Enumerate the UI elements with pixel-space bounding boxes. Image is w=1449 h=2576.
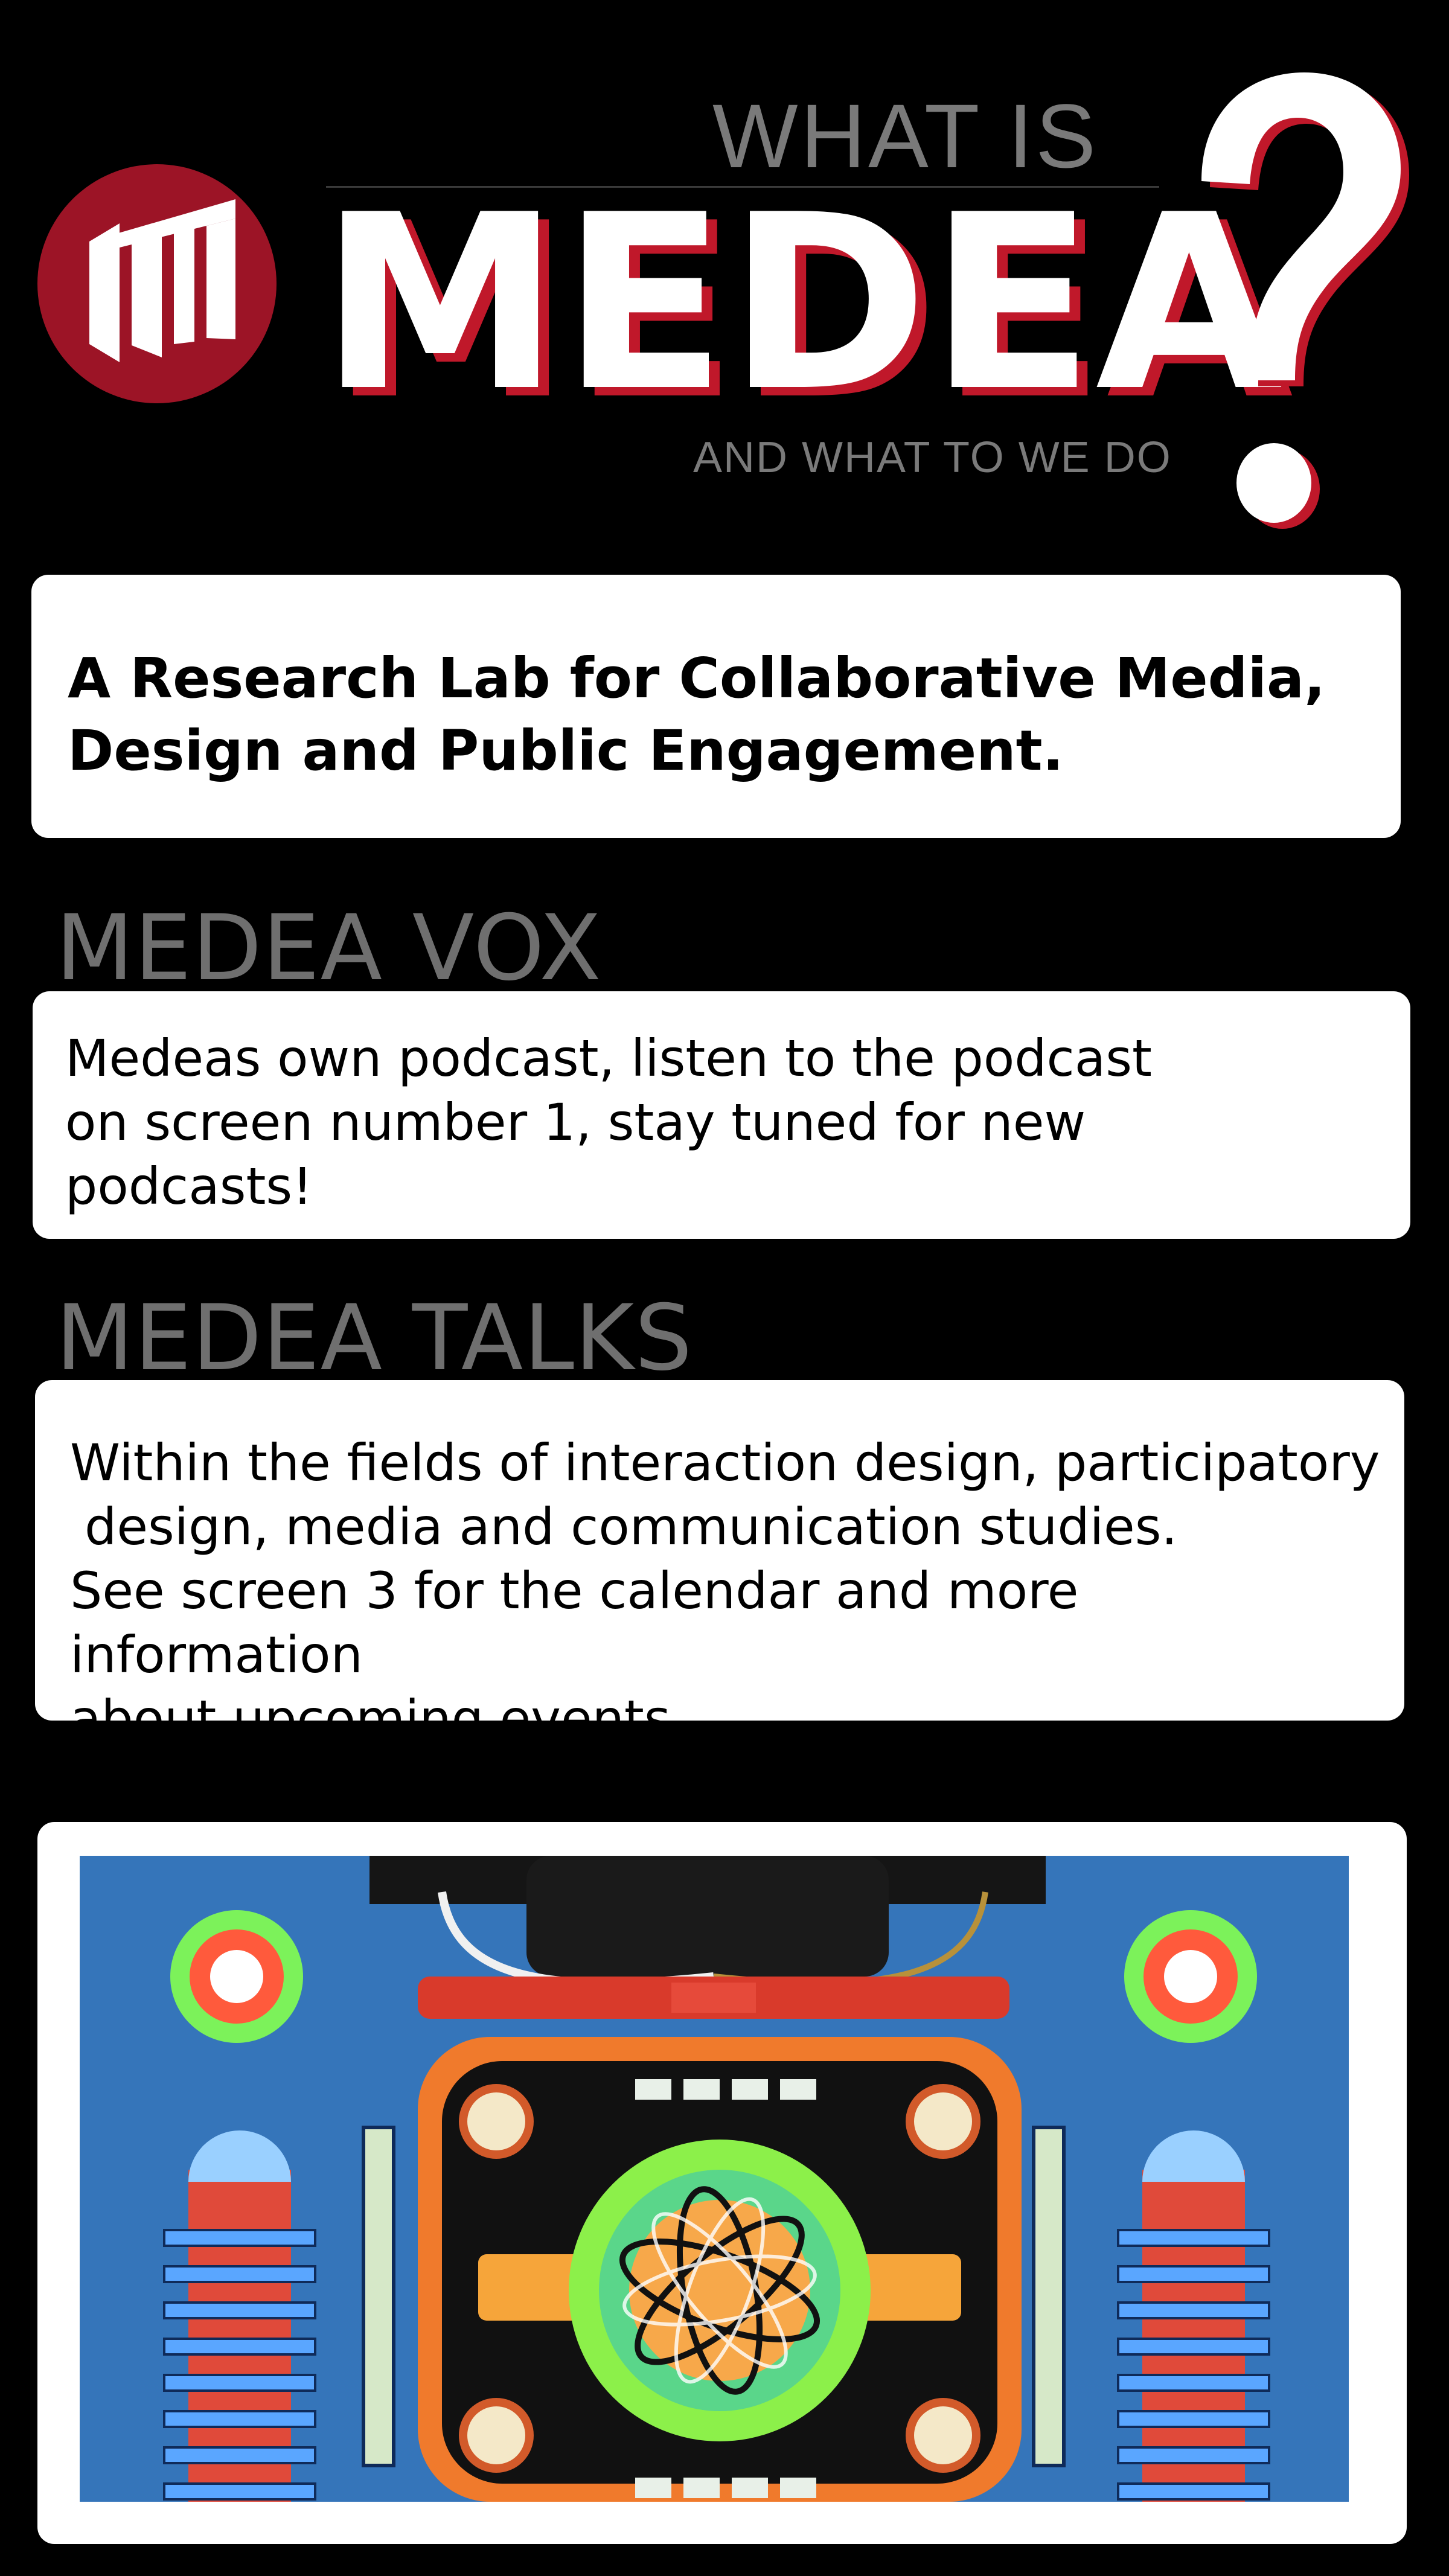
intro-text: A Research Lab for Collaborative Media, …	[68, 646, 1326, 783]
vox-card: Medeas own podcast, listen to the podcas…	[33, 991, 1410, 1239]
header-subtitle: AND WHAT TO WE DO	[693, 433, 1172, 482]
retro-robot-toy-image	[80, 1856, 1349, 2502]
vox-heading: MEDEA VOX	[56, 896, 602, 1001]
medea-logo-icon	[37, 164, 277, 403]
talks-heading: MEDEA TALKS	[56, 1286, 693, 1391]
talks-line-1: Within the fields of interaction design,…	[70, 1433, 1380, 1492]
image-card	[37, 1822, 1407, 2544]
question-mark-icon	[1201, 72, 1409, 529]
talks-line-3: See screen 3 for the calendar and more i…	[70, 1561, 1079, 1684]
talks-line-4: about upcoming events.	[70, 1689, 687, 1748]
talks-card: Within the fields of interaction design,…	[35, 1380, 1404, 1748]
talks-line-2: design, media and communication studies.	[85, 1497, 1178, 1556]
vox-text: Medeas own podcast, listen to the podcas…	[65, 1029, 1152, 1216]
intro-card: A Research Lab for Collaborative Media, …	[31, 575, 1401, 838]
header-title: MEDEA	[320, 164, 1284, 444]
talks-text: Within the fields of interaction design,…	[70, 1431, 1386, 1751]
